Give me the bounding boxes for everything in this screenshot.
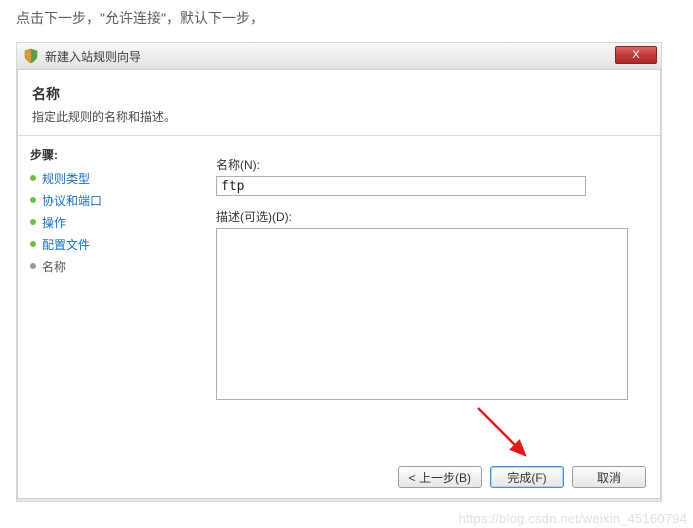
name-field-group: 名称(N): bbox=[216, 156, 642, 196]
main-panel: 名称(N): 描述(可选)(D): bbox=[198, 136, 660, 471]
page-instruction: 点击下一步，"允许连接"，默认下一步， bbox=[0, 0, 693, 28]
firewall-icon bbox=[23, 48, 39, 64]
step-action[interactable]: 操作 bbox=[30, 212, 189, 232]
step-bullet-icon bbox=[30, 263, 36, 269]
back-button[interactable]: < 上一步(B) bbox=[398, 466, 482, 488]
description-field-group: 描述(可选)(D): bbox=[216, 208, 642, 403]
name-input[interactable] bbox=[216, 176, 586, 196]
finish-button[interactable]: 完成(F) bbox=[490, 466, 564, 488]
step-bullet-icon bbox=[30, 241, 36, 247]
description-textarea[interactable] bbox=[216, 228, 628, 400]
description-label: 描述(可选)(D): bbox=[216, 208, 642, 225]
watermark-text: https://blog.csdn.net/weixin_45160794 bbox=[458, 511, 687, 526]
steps-heading: 步骤: bbox=[30, 146, 189, 163]
step-label: 协议和端口 bbox=[42, 192, 102, 209]
steps-sidebar: 步骤: 规则类型 协议和端口 操作 配置文件 bbox=[18, 136, 198, 471]
step-name: 名称 bbox=[30, 256, 189, 276]
content-area: 步骤: 规则类型 协议和端口 操作 配置文件 bbox=[18, 136, 660, 471]
step-bullet-icon bbox=[30, 175, 36, 181]
header-subtitle: 指定此规则的名称和描述。 bbox=[32, 108, 646, 125]
name-label: 名称(N): bbox=[216, 156, 642, 173]
step-label: 配置文件 bbox=[42, 236, 90, 253]
step-label: 名称 bbox=[42, 258, 66, 275]
button-bar: < 上一步(B) 完成(F) 取消 bbox=[398, 466, 646, 488]
wizard-header: 名称 指定此规则的名称和描述。 bbox=[18, 70, 660, 136]
step-label: 规则类型 bbox=[42, 170, 90, 187]
titlebar: 新建入站规则向导 X bbox=[17, 43, 661, 70]
close-button[interactable]: X bbox=[615, 46, 657, 64]
step-label: 操作 bbox=[42, 214, 66, 231]
dialog-body: 名称 指定此规则的名称和描述。 步骤: 规则类型 协议和端口 操作 bbox=[17, 69, 661, 499]
step-bullet-icon bbox=[30, 197, 36, 203]
step-protocol-port[interactable]: 协议和端口 bbox=[30, 190, 189, 210]
wizard-dialog: 新建入站规则向导 X 名称 指定此规则的名称和描述。 步骤: 规则类型 协议和端… bbox=[16, 42, 662, 502]
window-title: 新建入站规则向导 bbox=[45, 48, 141, 65]
cancel-button[interactable]: 取消 bbox=[572, 466, 646, 488]
header-title: 名称 bbox=[32, 84, 646, 104]
step-rule-type[interactable]: 规则类型 bbox=[30, 168, 189, 188]
step-profile[interactable]: 配置文件 bbox=[30, 234, 189, 254]
step-bullet-icon bbox=[30, 219, 36, 225]
